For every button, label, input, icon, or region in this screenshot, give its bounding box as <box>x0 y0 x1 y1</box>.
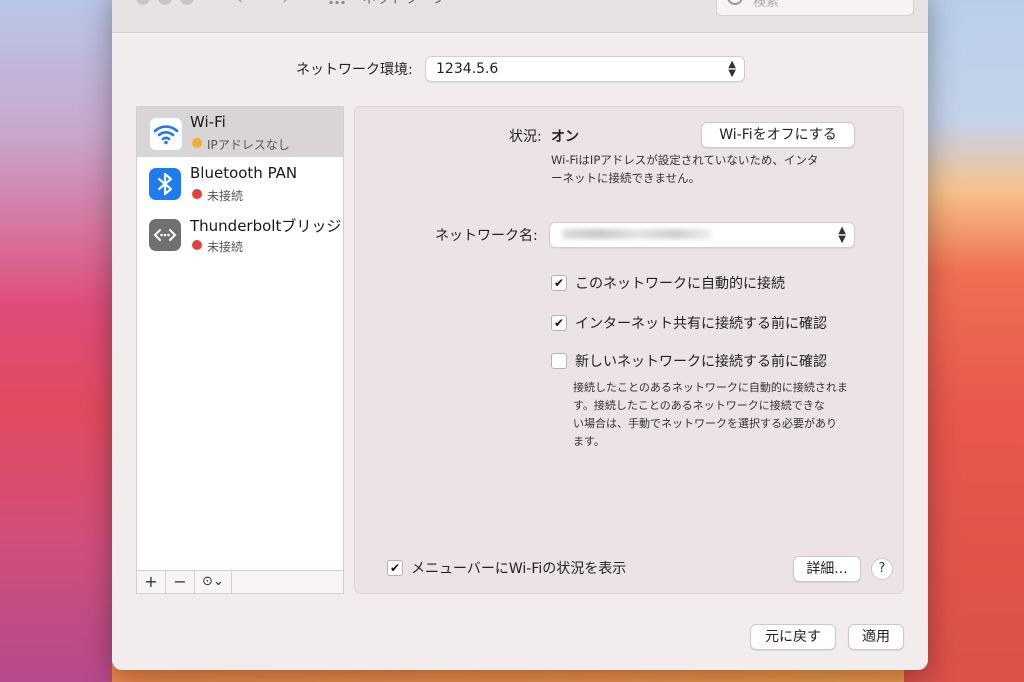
ask-note-line: 接続したことのあるネットワークに自動的に接続されま <box>573 381 848 394</box>
minimize-window-button[interactable] <box>158 0 172 5</box>
service-detail-panel: 状況: オン Wi-Fiをオフにする Wi-FiはIPアドレスが設定されていない… <box>354 106 904 594</box>
service-list: Wi-Fi IPアドレスなし Bluetooth PAN 未接続 Thunder… <box>136 106 344 572</box>
service-status: 未接続 <box>207 189 244 203</box>
ask-new-networks-label: 新しいネットワークに接続する前に確認 <box>575 354 827 370</box>
show-all-grid-icon[interactable] <box>328 0 346 4</box>
service-actions-menu-button[interactable]: ⊙⌄ <box>195 571 232 593</box>
chevron-updown-icon: ▲ ▼ <box>728 59 736 79</box>
auto-join-checkbox[interactable]: ✔ <box>551 275 567 291</box>
ask-new-networks-note: 接続したことのあるネットワークに自動的に接続されま す。接続したことのあるネット… <box>573 379 848 451</box>
status-value: オン <box>551 129 579 145</box>
service-status: 未接続 <box>207 240 244 254</box>
service-item-thunderbolt-bridge[interactable]: Thunderboltブリッジ 未接続 <box>137 209 343 259</box>
ask-new-networks-checkbox[interactable] <box>551 353 567 369</box>
status-dot-icon <box>192 138 202 148</box>
add-service-button[interactable]: + <box>137 571 166 593</box>
turn-wifi-off-button[interactable]: Wi-Fiをオフにする <box>701 122 855 148</box>
service-item-bluetooth-pan[interactable]: Bluetooth PAN 未接続 <box>137 158 343 208</box>
back-arrow-icon[interactable]: ‹ <box>236 0 243 9</box>
network-name-select[interactable]: ▲ ▼ <box>549 222 855 248</box>
apply-button[interactable]: 適用 <box>848 624 904 650</box>
title-bar: ‹ › ネットワーク 検索 <box>112 0 928 33</box>
search-placeholder: 検索 <box>753 0 780 10</box>
status-note-line: ーネットに接続できません。 <box>551 171 701 185</box>
show-wifi-in-menubar-label: メニューバーにWi-Fiの状況を表示 <box>411 561 627 577</box>
service-name: Wi-Fi <box>190 113 226 131</box>
search-icon <box>727 0 743 5</box>
network-preferences-window: ‹ › ネットワーク 検索 ネットワーク環境: 1234.5.6 ▲▼ Wi-F… <box>112 0 928 670</box>
help-button[interactable]: ? <box>871 558 893 580</box>
ask-note-line: す。接続したことのあるネットワークに接続できな <box>573 399 825 412</box>
status-dot-icon <box>192 240 202 250</box>
show-wifi-in-menubar-checkbox[interactable]: ✔ <box>387 560 403 576</box>
ask-hotspot-checkbox[interactable]: ✔ <box>551 315 567 331</box>
window-title: ネットワーク <box>362 0 446 8</box>
network-name-label: ネットワーク名: <box>435 228 538 244</box>
remove-service-button[interactable]: − <box>166 571 195 593</box>
network-name-redacted <box>562 229 712 239</box>
location-select[interactable]: 1234.5.6 ▲ ▼ <box>425 56 745 82</box>
revert-button[interactable]: 元に戻す <box>750 624 836 650</box>
desktop-wallpaper-left <box>0 0 112 682</box>
service-name: Thunderboltブリッジ <box>190 217 342 235</box>
search-input[interactable]: 検索 <box>716 0 914 16</box>
chevron-updown-icon: ▲ ▼ <box>838 225 846 245</box>
location-value: 1234.5.6 <box>436 61 499 77</box>
status-note-line: Wi-FiはIPアドレスが設定されていないため、インタ <box>551 153 819 167</box>
location-label: ネットワーク環境: <box>296 62 413 78</box>
status-note: Wi-FiはIPアドレスが設定されていないため、インタ ーネットに接続できません… <box>551 151 818 187</box>
status-label: 状況: <box>509 129 542 145</box>
bluetooth-icon <box>149 168 181 200</box>
thunderbolt-bridge-icon <box>149 219 181 251</box>
service-name: Bluetooth PAN <box>190 164 298 182</box>
ask-hotspot-label: インターネット共有に接続する前に確認 <box>575 316 827 332</box>
zoom-window-button[interactable] <box>180 0 194 5</box>
status-dot-icon <box>192 189 202 199</box>
service-status: IPアドレスなし <box>207 138 290 152</box>
auto-join-label: このネットワークに自動的に接続 <box>575 276 785 292</box>
close-window-button[interactable] <box>136 0 150 5</box>
forward-arrow-icon[interactable]: › <box>282 0 289 9</box>
service-list-toolbar: + − ⊙⌄ <box>136 570 344 594</box>
wifi-icon <box>149 117 183 151</box>
advanced-button[interactable]: 詳細... <box>793 556 861 582</box>
ask-note-line: ます。 <box>573 435 605 448</box>
ask-note-line: い場合は、手動でネットワークを選択する必要があり <box>573 417 837 430</box>
service-item-wifi[interactable]: Wi-Fi IPアドレスなし <box>137 107 343 157</box>
